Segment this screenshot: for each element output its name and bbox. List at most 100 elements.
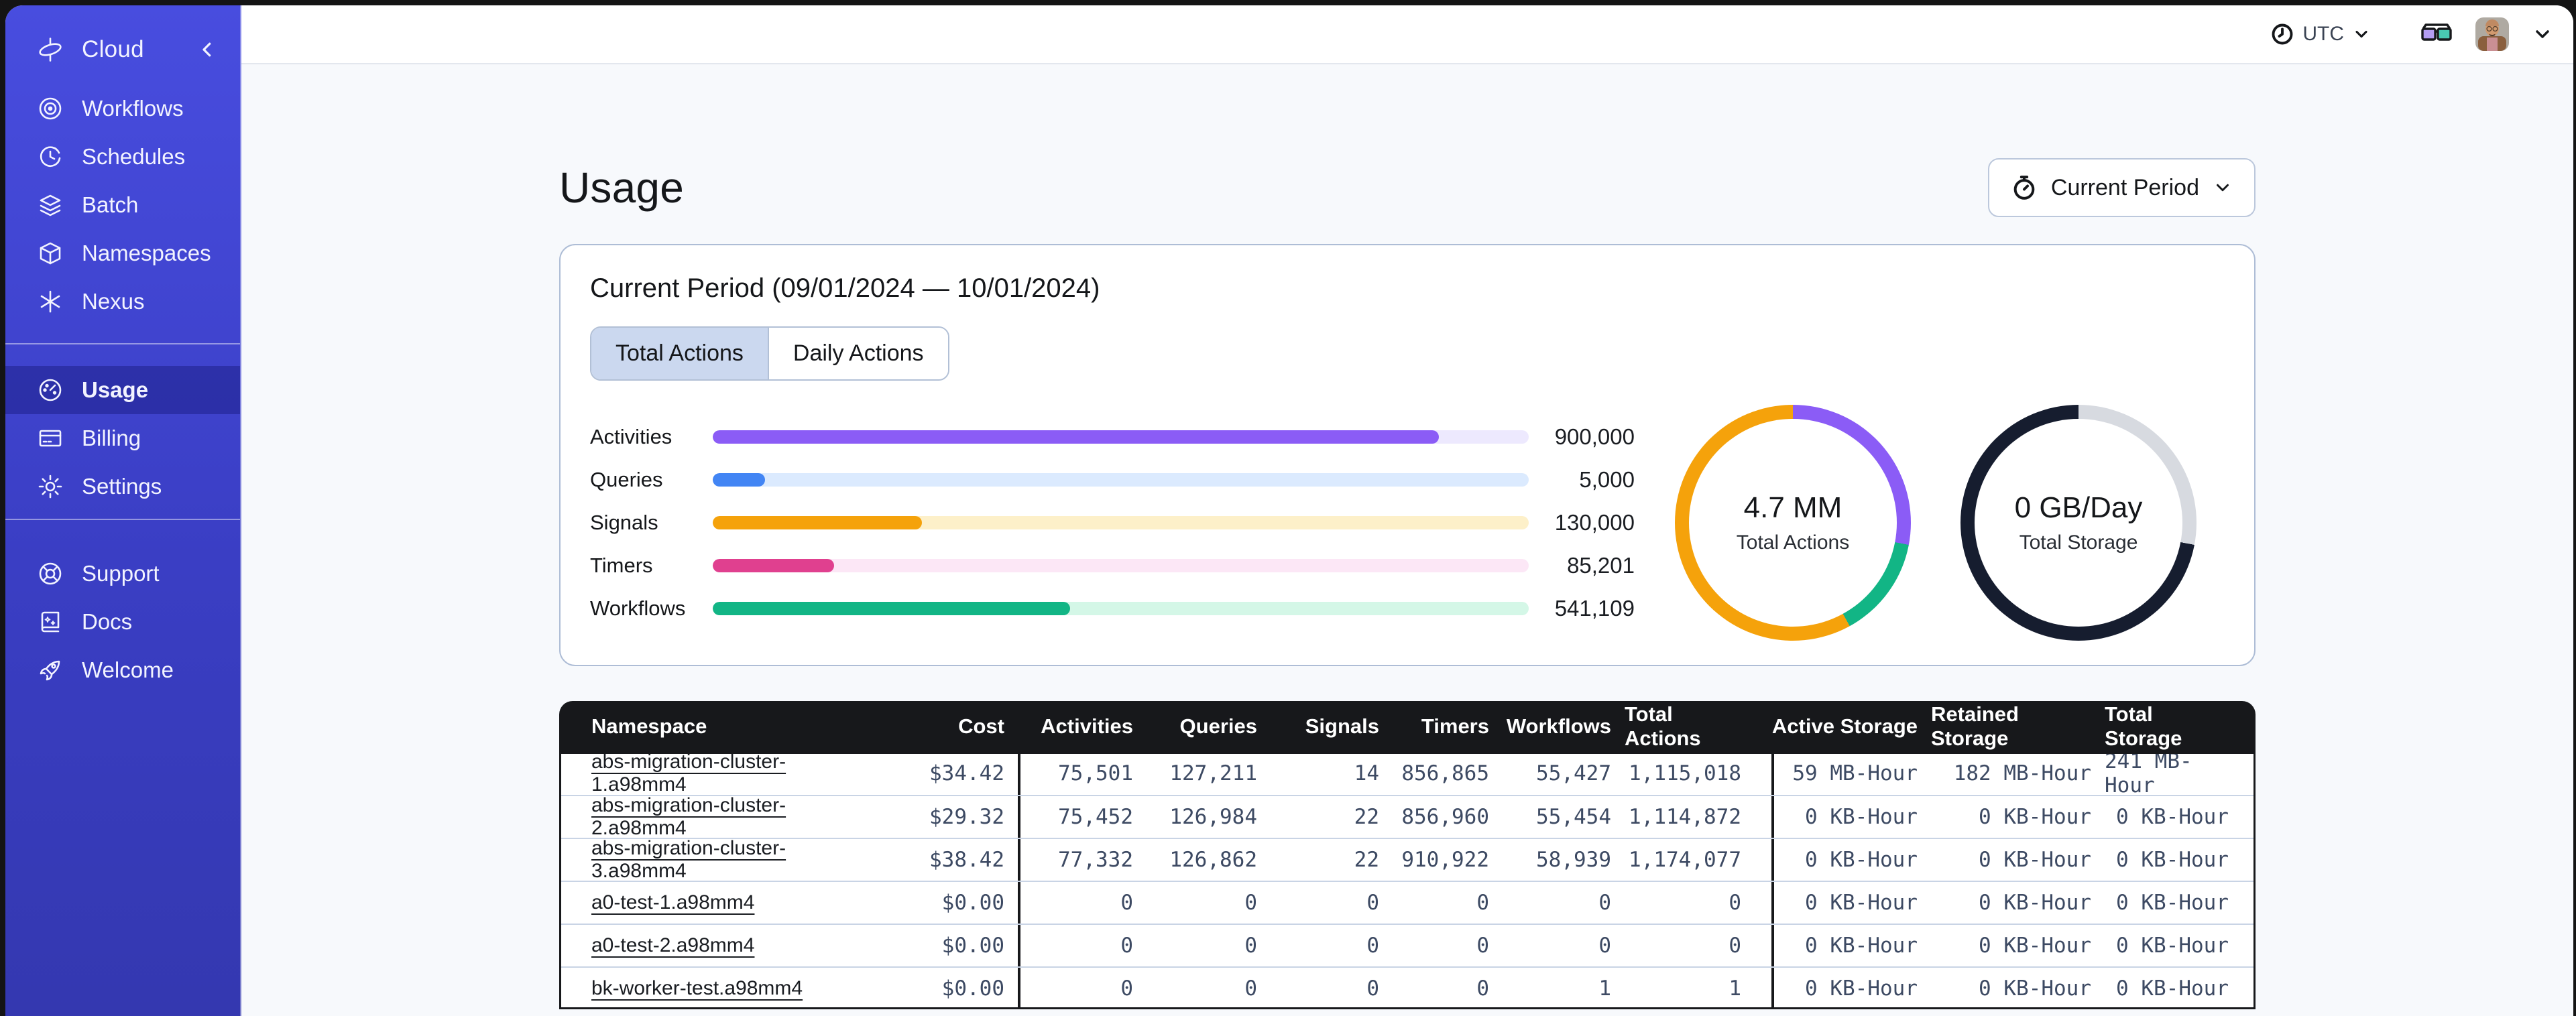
table-cell: 1,115,018 [1625, 752, 1771, 795]
period-selector-button[interactable]: Current Period [1987, 158, 2256, 217]
donut-label: Total Storage [2019, 531, 2138, 554]
timezone-selector[interactable]: UTC [2270, 22, 2371, 46]
table-cell: 0 [1393, 925, 1503, 966]
bar-row-queries: Queries 5,000 [590, 458, 1635, 501]
sidebar-item-docs[interactable]: Docs [5, 598, 240, 646]
timezone-label: UTC [2302, 23, 2344, 45]
sidebar-collapse-button[interactable] [197, 38, 217, 61]
table-cell: 856,960 [1393, 796, 1503, 838]
sidebar-item-usage[interactable]: Usage [5, 366, 240, 414]
column-header: Namespace [591, 714, 707, 738]
cell-value: 910,922 [1401, 848, 1489, 872]
cell-value: 0 [1476, 934, 1489, 958]
namespace-cell: abs-migration-cluster-2.a98mm4 [559, 796, 868, 838]
sidebar-item-schedules[interactable]: Schedules [5, 133, 240, 181]
bar-value: 85,201 [1567, 553, 1635, 578]
stopwatch-icon [2013, 176, 2035, 200]
cell-value: 0 KB-Hour [1805, 848, 1918, 872]
cell-value: 0 KB-Hour [1979, 805, 2091, 829]
sidebar-item-workflows[interactable]: Workflows [5, 84, 240, 133]
feedback-glasses-button[interactable] [2420, 22, 2453, 46]
cell-value: 0 [1729, 934, 1741, 958]
sidebar-item-label: Workflows [82, 96, 184, 121]
table-cell: 1,114,872 [1625, 796, 1771, 838]
cell-value: 0 [1244, 976, 1257, 1001]
actions-tabs: Total Actions Daily Actions [590, 326, 949, 381]
tab-daily-actions[interactable]: Daily Actions [767, 328, 948, 379]
bar-label: Signals [590, 511, 658, 534]
cell-value: 126,862 [1169, 848, 1257, 872]
glasses-icon [2421, 23, 2452, 41]
column-header: Timers [1421, 714, 1489, 738]
namespace-cell: abs-migration-cluster-3.a98mm4 [559, 839, 868, 881]
table-cell: 0 KB-Hour [1771, 839, 1931, 881]
table-cell: 0 KB-Hour [1931, 839, 2105, 881]
cell-value: 0 KB-Hour [1979, 934, 2091, 958]
namespace-link[interactable]: a0-test-2.a98mm4 [591, 934, 754, 957]
cell-value: 59 MB-Hour [1792, 761, 1918, 785]
cell-value: $29.32 [929, 805, 1004, 829]
table-cell: 0 KB-Hour [1771, 796, 1931, 838]
table-cell: 126,862 [1147, 839, 1271, 881]
namespace-link[interactable]: bk-worker-test.a98mm4 [591, 977, 803, 1000]
cell-value: 0 KB-Hour [1805, 934, 1918, 958]
chevron-down-icon [2217, 184, 2229, 192]
bar-value: 900,000 [1554, 424, 1635, 449]
cell-value: 241 MB-Hour [2105, 752, 2192, 795]
sidebar-item-settings[interactable]: Settings [5, 462, 240, 511]
table-cell: 0 [1018, 968, 1147, 1009]
table-body: abs-migration-cluster-1.a98mm4 $34.42 75,5… [559, 752, 2256, 1009]
namespace-link[interactable]: abs-migration-cluster-1.a98mm4 [591, 752, 861, 795]
sidebar-item-billing[interactable]: Billing [5, 414, 240, 462]
cell-value: 0 [1120, 934, 1133, 958]
brand-label: Cloud [82, 36, 144, 62]
namespace-link[interactable]: a0-test-1.a98mm4 [591, 891, 754, 914]
bar-track [713, 559, 1529, 572]
table-cell: 0 [1147, 925, 1271, 966]
nexus-asterisk-icon [36, 288, 64, 316]
table-cell: 0 KB-Hour [2105, 925, 2256, 966]
table-cell: 0 [1147, 968, 1271, 1009]
cell-value: 0 KB-Hour [1805, 891, 1918, 915]
sidebar-item-label: Billing [82, 426, 141, 450]
cell-value: 0 KB-Hour [1805, 976, 1918, 1001]
cell-value: $34.42 [929, 761, 1004, 785]
sidebar-item-label: Usage [82, 377, 149, 402]
cell-value: 856,865 [1401, 761, 1489, 785]
namespace-link[interactable]: abs-migration-cluster-2.a98mm4 [591, 796, 861, 838]
table-header: Namespace Cost Activities Queries Signal… [559, 701, 2256, 752]
sidebar-item-nexus[interactable]: Nexus [5, 277, 240, 326]
cell-value: $0.00 [941, 976, 1004, 1001]
sidebar-item-namespaces[interactable]: Namespaces [5, 229, 240, 277]
bar-fill [713, 559, 835, 572]
bar-row-timers: Timers 85,201 [590, 544, 1635, 587]
user-menu-button[interactable] [2532, 23, 2553, 45]
cell-value: 0 KB-Hour [2116, 891, 2229, 915]
cell-value: 0 KB-Hour [1979, 976, 2091, 1001]
table-row: a0-test-2.a98mm4 $0.00 0 0 0 0 0 0 0 KB-Hour 0 KB… [559, 924, 2256, 966]
cell-value: 856,960 [1401, 805, 1489, 829]
tab-total-actions[interactable]: Total Actions [591, 328, 768, 379]
cell-value: 1,115,018 [1629, 761, 1741, 785]
sidebar-item-label: Nexus [82, 289, 145, 314]
sidebar-item-batch[interactable]: Batch [5, 181, 240, 229]
table-cell: 856,865 [1393, 752, 1503, 795]
cell-value: $0.00 [941, 934, 1004, 958]
cell-value: 0 [1366, 891, 1379, 915]
card-title: Current Period (09/01/2024 — 10/01/2024) [590, 273, 1100, 303]
cell-value: 55,427 [1536, 761, 1611, 785]
column-header: Total Storage [2105, 702, 2182, 750]
user-avatar[interactable] [2475, 17, 2509, 51]
sidebar-item-label: Docs [82, 609, 133, 634]
sidebar-item-support[interactable]: Support [5, 550, 240, 598]
cell-value: 0 [1244, 934, 1257, 958]
cell-value: 14 [1354, 761, 1379, 785]
schedules-icon [36, 143, 64, 171]
chevron-down-icon [2355, 30, 2367, 38]
namespace-link[interactable]: abs-migration-cluster-3.a98mm4 [591, 839, 861, 881]
sidebar-item-welcome[interactable]: Welcome [5, 646, 240, 694]
column-header: Total Actions [1625, 702, 1701, 750]
table-cell: 0 [1393, 968, 1503, 1009]
cell-value: 0 KB-Hour [2116, 976, 2229, 1001]
cell-value: 77,332 [1058, 848, 1133, 872]
